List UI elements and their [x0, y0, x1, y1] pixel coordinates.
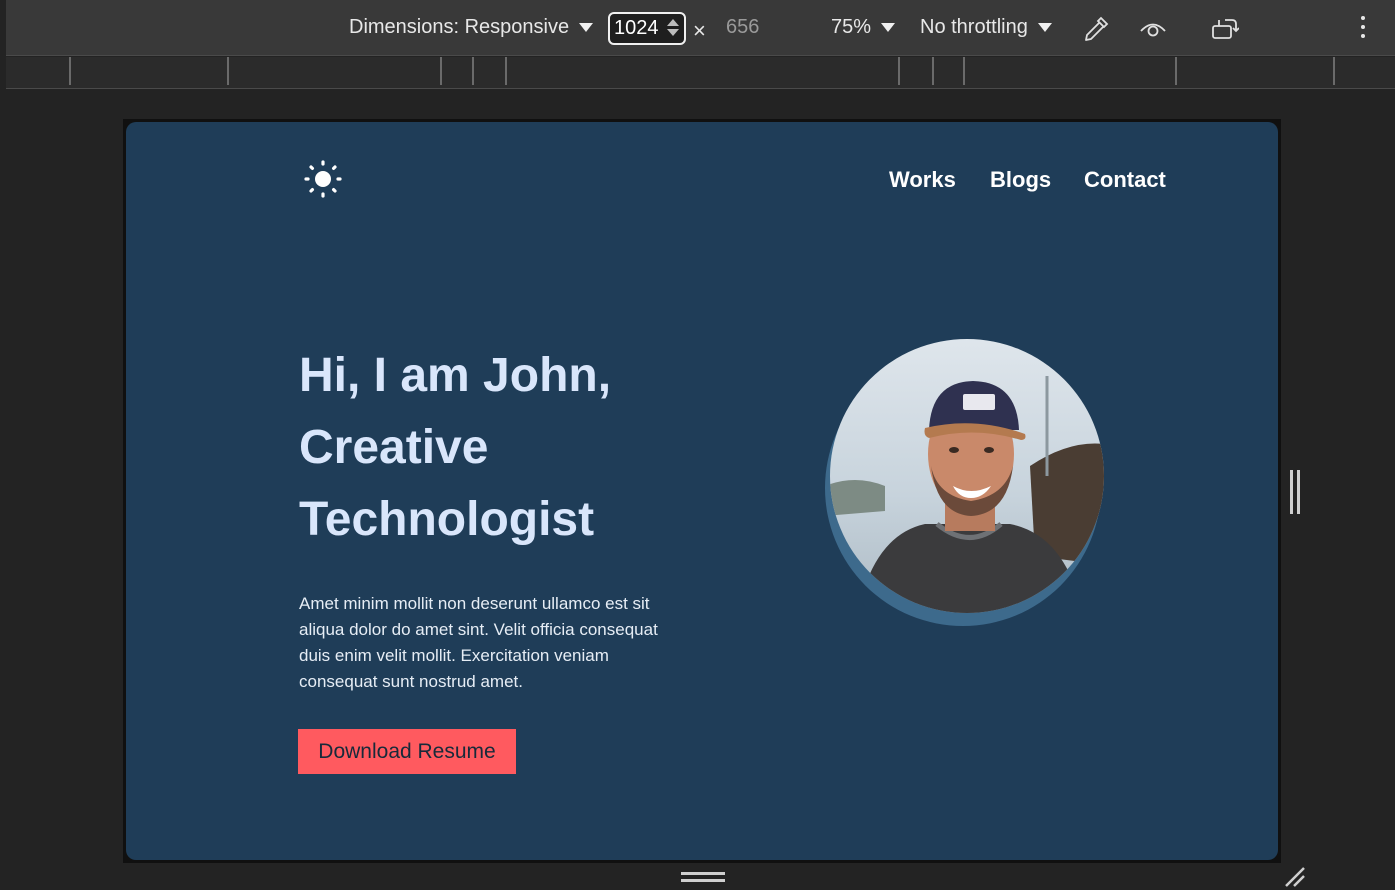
times-separator: ×: [693, 18, 706, 43]
ruler-tick[interactable]: [898, 57, 900, 85]
throttling-dropdown[interactable]: No throttling: [920, 16, 1052, 39]
ruler-tick[interactable]: [963, 57, 965, 85]
more-options-icon[interactable]: [1361, 16, 1365, 38]
device-frame: Works Blogs Contact Hi, I am John, Creat…: [123, 119, 1281, 863]
ruler-tick[interactable]: [227, 57, 229, 85]
rotate-device-icon[interactable]: [1209, 14, 1239, 44]
stepper-icon[interactable]: [667, 19, 679, 36]
resize-handle-bottom[interactable]: [681, 872, 725, 882]
zoom-label: 75%: [831, 16, 872, 38]
width-input[interactable]: 1024: [608, 12, 686, 45]
portfolio-page: Works Blogs Contact Hi, I am John, Creat…: [126, 122, 1278, 860]
chevron-down-icon: [1037, 23, 1052, 32]
zoom-dropdown[interactable]: 75%: [831, 16, 896, 39]
download-resume-button[interactable]: Download Resume: [298, 729, 516, 774]
chevron-down-icon: [579, 23, 594, 32]
height-input[interactable]: 656: [726, 16, 759, 39]
resize-handle-right[interactable]: [1290, 470, 1300, 514]
throttling-label: No throttling: [920, 16, 1028, 38]
ruler-tick[interactable]: [932, 57, 934, 85]
hero-title-line: Technologist: [299, 493, 595, 546]
dimensions-label: Dimensions: Responsive: [349, 16, 570, 38]
resize-corner-icon[interactable]: [1282, 864, 1308, 890]
eyedropper-icon[interactable]: [1081, 14, 1111, 44]
hero-title: Hi, I am John, Creative Technologist: [299, 340, 719, 556]
chevron-down-icon: [881, 23, 896, 32]
hero-title-line: Hi, I am John,: [299, 349, 612, 402]
nav-link-works[interactable]: Works: [889, 167, 956, 193]
ruler-tick[interactable]: [472, 57, 474, 85]
sun-icon[interactable]: [303, 159, 343, 199]
eye-icon[interactable]: [1138, 14, 1168, 44]
hero-description: Amet minim mollit non deserunt ullamco e…: [299, 594, 658, 691]
hero-title-line: Creative: [299, 421, 489, 474]
profile-photo: [825, 339, 1104, 626]
ruler-tick[interactable]: [505, 57, 507, 85]
ruler-tick[interactable]: [1333, 57, 1335, 85]
media-query-ruler: [6, 57, 1395, 89]
device-toolbar: Dimensions: Responsive 1024 × 656 75% No…: [6, 0, 1395, 56]
ruler-tick[interactable]: [440, 57, 442, 85]
nav-link-contact[interactable]: Contact: [1084, 167, 1166, 193]
dimensions-dropdown[interactable]: Dimensions: Responsive: [349, 16, 594, 39]
ruler-tick[interactable]: [69, 57, 71, 85]
width-value: 1024: [614, 17, 659, 39]
nav-link-blogs[interactable]: Blogs: [990, 167, 1051, 193]
ruler-tick[interactable]: [1175, 57, 1177, 85]
